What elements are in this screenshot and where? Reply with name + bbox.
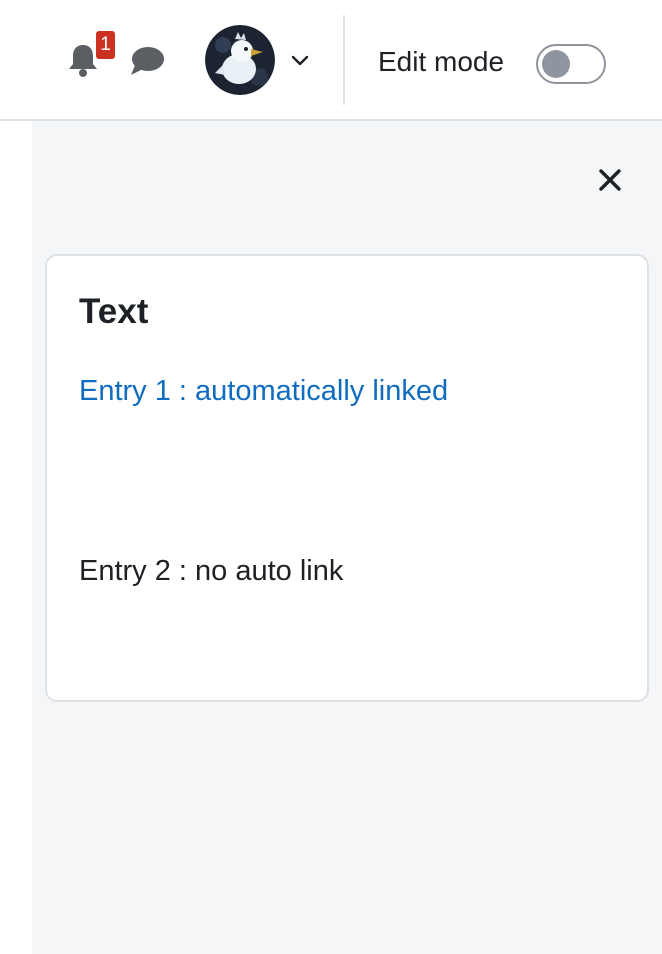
close-icon[interactable] — [596, 166, 624, 194]
chat-icon[interactable] — [129, 45, 165, 77]
top-navbar: 1 Edit mode — [0, 0, 662, 121]
chevron-down-icon[interactable] — [290, 53, 310, 69]
bell-icon[interactable] — [66, 42, 100, 78]
entry-1-link[interactable]: Entry 1 : automatically linked — [79, 372, 448, 410]
block-title: Text — [79, 292, 149, 331]
edit-mode-label: Edit mode — [378, 46, 505, 77]
notification-count-badge: 1 — [96, 31, 115, 59]
toggle-knob — [542, 50, 570, 78]
navbar-divider — [343, 15, 345, 105]
entry-2-text: Entry 2 : no auto link — [79, 555, 344, 587]
avatar-image — [205, 25, 275, 95]
edit-mode-toggle[interactable] — [536, 44, 606, 84]
avatar[interactable] — [205, 25, 275, 95]
